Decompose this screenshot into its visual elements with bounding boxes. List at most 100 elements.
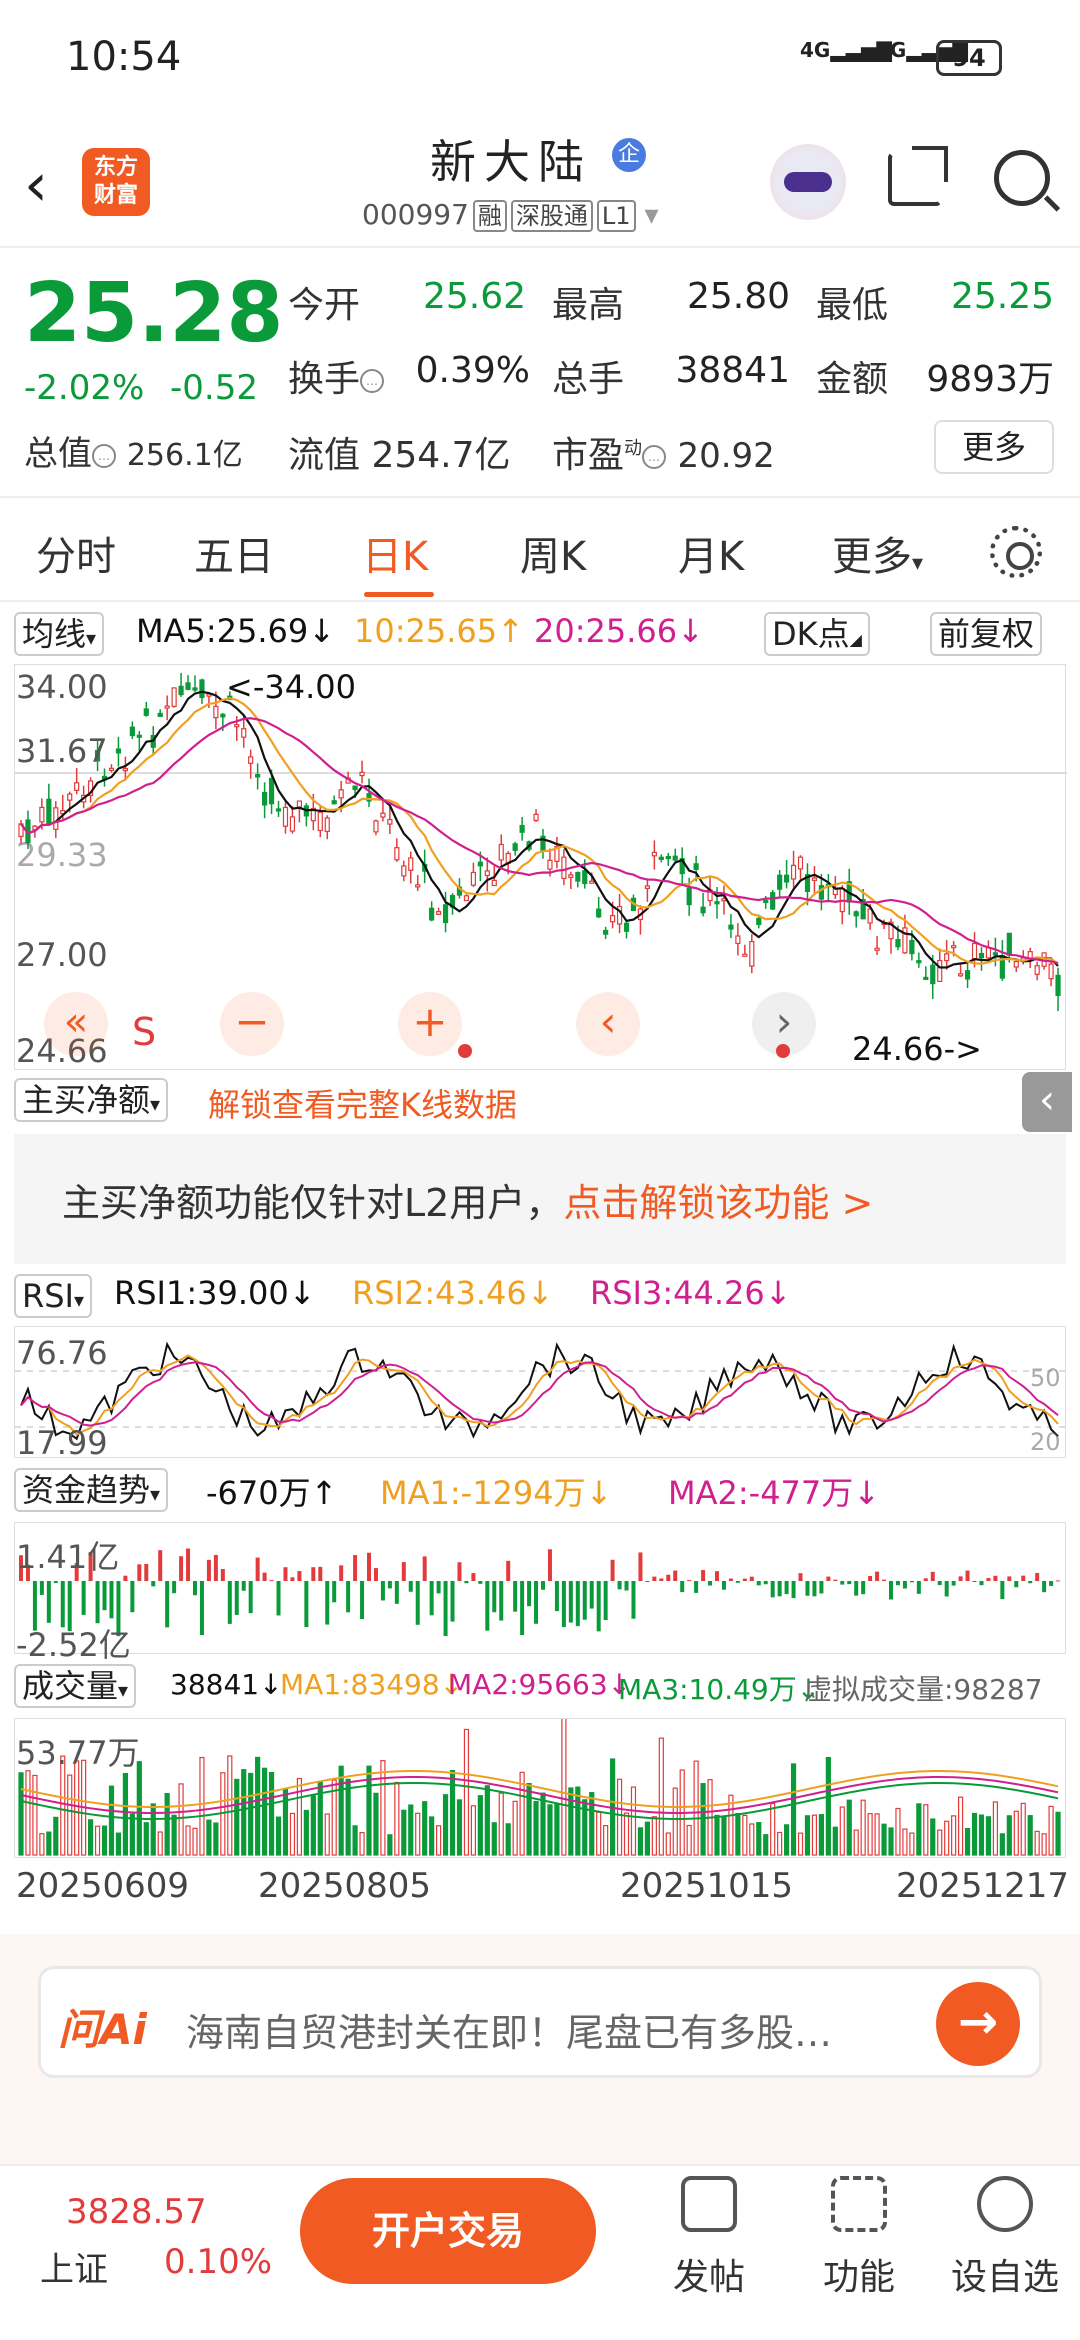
index-name[interactable]: 上证 xyxy=(40,2242,108,2291)
capital-bar xyxy=(1042,1581,1047,1593)
volume-bar xyxy=(909,1832,915,1856)
volume-panel[interactable] xyxy=(14,1715,1066,1858)
nav-post[interactable]: 发帖 xyxy=(654,2176,764,2300)
capital-bar xyxy=(130,1581,135,1613)
tab-weekly-k[interactable]: 周K xyxy=(520,524,586,582)
rewind-icon[interactable]: « xyxy=(44,992,108,1056)
candle xyxy=(108,767,115,771)
volume-bar xyxy=(241,1769,247,1856)
settings-gear-icon[interactable] xyxy=(990,526,1042,578)
capital-bar xyxy=(95,1581,100,1624)
tab-five-day[interactable]: 五日 xyxy=(194,524,274,582)
rsi-selector[interactable]: RSI▾ xyxy=(14,1274,93,1318)
zoom-out-icon[interactable]: − xyxy=(220,992,284,1056)
volume-bar xyxy=(53,1816,59,1856)
collapse-icon[interactable]: ‹ xyxy=(1022,1072,1072,1132)
tab-daily-k[interactable]: 日K xyxy=(362,524,428,582)
nav-watchlist[interactable]: 设自选 xyxy=(950,2176,1060,2300)
unlock-link[interactable]: 点击解锁该功能 > xyxy=(563,1181,873,1225)
volume-bar xyxy=(206,1819,212,1856)
capital-bar xyxy=(534,1581,539,1624)
volume-bar xyxy=(853,1829,859,1856)
candle xyxy=(644,885,651,889)
tab-monthly-k[interactable]: 月K xyxy=(678,524,744,582)
volume-bar xyxy=(811,1814,818,1856)
volume-bar xyxy=(721,1816,727,1856)
volume-bar xyxy=(693,1760,699,1856)
turnover-value: 0.39% xyxy=(415,350,530,391)
stock-code-line[interactable]: 000997 融深股通 L1 ▾ xyxy=(362,196,659,232)
volume-bar xyxy=(672,1787,678,1856)
capital-bar xyxy=(193,1581,197,1596)
volume-bar xyxy=(1006,1815,1012,1856)
candle xyxy=(790,864,797,880)
net-buy-selector[interactable]: 主买净额▾ xyxy=(14,1078,169,1122)
prev-icon[interactable]: ‹ xyxy=(576,992,640,1056)
ai-prompt-text[interactable]: 海南自贸港封关在即！尾盘已有多股… xyxy=(186,2002,906,2057)
assistant-robot-icon[interactable] xyxy=(770,144,846,220)
info-icon[interactable]: … xyxy=(92,443,116,468)
adjust-button[interactable]: 前复权 xyxy=(930,612,1043,656)
volume-selector[interactable]: 成交量▾ xyxy=(14,1664,137,1708)
capital-bar xyxy=(304,1581,309,1628)
info-icon[interactable]: … xyxy=(360,369,385,393)
dk-point-button[interactable]: DK点◢ xyxy=(764,612,870,656)
nav-functions[interactable]: 功能 xyxy=(804,2176,914,2300)
rsi-panel[interactable] xyxy=(14,1326,1067,1458)
candle xyxy=(199,679,205,699)
candle xyxy=(317,811,323,832)
capital-bar xyxy=(596,1581,601,1632)
capital-bar xyxy=(109,1581,114,1619)
volume-bar xyxy=(951,1815,957,1856)
tab-intraday[interactable]: 分时 xyxy=(36,524,116,582)
capital-bar xyxy=(993,1575,998,1581)
candle xyxy=(185,682,191,690)
search-icon[interactable] xyxy=(994,150,1050,206)
volume-bar xyxy=(888,1827,894,1856)
capital-bar xyxy=(39,1581,44,1595)
candle xyxy=(735,935,741,945)
volume-bar xyxy=(164,1792,170,1856)
volume-bar xyxy=(39,1833,45,1856)
open-account-button[interactable]: 开户交易 xyxy=(300,2178,596,2284)
zoom-in-icon[interactable]: + xyxy=(398,992,462,1056)
unlock-kline-link[interactable]: 解锁查看完整K线数据 xyxy=(208,1080,517,1126)
index-value[interactable]: 3828.57 xyxy=(66,2192,207,2232)
candle xyxy=(749,941,755,967)
candle xyxy=(575,871,581,882)
index-pct[interactable]: 0.10% xyxy=(164,2242,272,2282)
min-price-label: 24.66-> xyxy=(852,1030,982,1068)
kline-panel[interactable] xyxy=(14,664,1067,1070)
candle xyxy=(136,734,142,738)
back-icon[interactable]: ‹ xyxy=(24,150,48,220)
amount-label: 金额 xyxy=(816,359,889,400)
volume-label: 总手 xyxy=(552,359,625,400)
volume-bar xyxy=(797,1832,804,1856)
capital-bar xyxy=(332,1581,337,1603)
tag-level: L1 xyxy=(596,200,636,232)
capital-selector[interactable]: 资金趋势▾ xyxy=(14,1468,169,1512)
y-tick-3: 29.33 xyxy=(16,836,108,874)
volume-bar xyxy=(87,1819,94,1856)
high-value: 25.80 xyxy=(686,276,790,317)
ma-selector[interactable]: 均线▾ xyxy=(14,612,105,656)
candle xyxy=(930,964,936,985)
volume-bar xyxy=(289,1812,296,1856)
y-tick-1: 34.00 xyxy=(16,668,108,706)
tab-more[interactable]: 更多▾ xyxy=(832,524,923,582)
capital-bar xyxy=(958,1576,963,1581)
capital-bar xyxy=(798,1573,803,1581)
dropdown-icon[interactable]: ▾ xyxy=(644,198,658,231)
capital-y-bottom: -2.52亿 xyxy=(16,1626,131,1664)
capital-panel[interactable] xyxy=(14,1522,1066,1654)
arrow-right-icon[interactable]: → xyxy=(936,1982,1020,2066)
more-button[interactable]: 更多 xyxy=(934,420,1054,474)
candle xyxy=(122,767,129,772)
capital-bar xyxy=(868,1575,873,1581)
candle xyxy=(262,791,268,806)
volume-bar xyxy=(470,1805,476,1856)
info-icon[interactable]: … xyxy=(642,445,667,469)
capital-bar xyxy=(666,1574,671,1581)
capital-bar xyxy=(763,1581,768,1585)
volume-bar xyxy=(992,1801,999,1856)
